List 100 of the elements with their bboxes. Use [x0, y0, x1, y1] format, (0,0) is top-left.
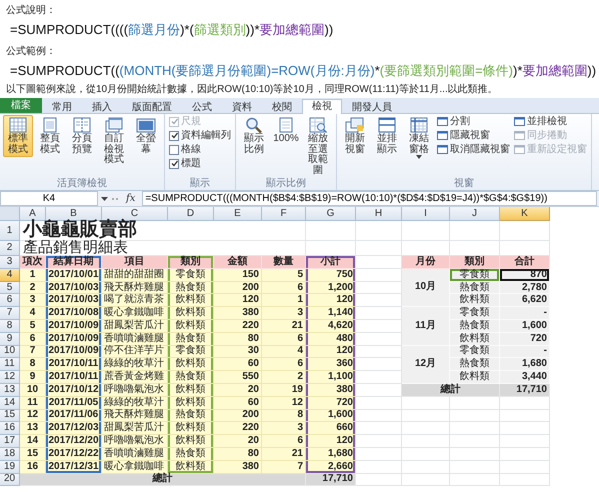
table-cell[interactable]: 1,600 — [500, 320, 550, 333]
row-header[interactable]: 14 — [0, 396, 20, 410]
empty-cell[interactable] — [450, 422, 500, 436]
empty-cell[interactable] — [306, 221, 356, 241]
row-header[interactable]: 11 — [0, 358, 20, 372]
empty-cell[interactable] — [402, 396, 450, 410]
empty-cell[interactable] — [500, 474, 550, 486]
row-header[interactable]: 15 — [0, 410, 20, 422]
name-box[interactable]: K4 — [0, 191, 98, 206]
empty-cell[interactable] — [402, 474, 450, 486]
row-header[interactable]: 12 — [0, 371, 20, 384]
row-header[interactable]: 5 — [0, 282, 20, 294]
ribbon-tab[interactable]: 檢視 — [302, 99, 342, 114]
ribbon-tab[interactable]: 版面配置 — [122, 100, 182, 114]
empty-cell[interactable] — [450, 241, 500, 256]
row-header[interactable]: 9 — [0, 332, 20, 346]
empty-cell[interactable] — [402, 422, 450, 436]
ribbon-button[interactable]: 並排顯示 — [372, 115, 402, 157]
table-cell[interactable]: - — [500, 346, 550, 358]
ribbon-button[interactable]: 隱藏視窗 — [436, 129, 511, 142]
ribbon-button[interactable]: 並排檢視 — [513, 115, 588, 128]
empty-cell[interactable] — [500, 410, 550, 422]
ribbon-button[interactable]: 分頁預覽 — [67, 115, 97, 157]
row-header[interactable]: 2 — [0, 241, 20, 256]
row-header[interactable]: 1 — [0, 221, 20, 241]
ribbon-button[interactable]: 縮放至選取範圍 — [303, 115, 333, 178]
empty-cell[interactable] — [450, 410, 500, 422]
ribbon-button[interactable]: 標準模式 — [3, 115, 33, 157]
column-header[interactable]: F — [262, 207, 306, 221]
row-header[interactable]: 19 — [0, 460, 20, 474]
row-header[interactable]: 10 — [0, 346, 20, 358]
select-all-button[interactable] — [0, 207, 20, 221]
row-header[interactable]: 13 — [0, 384, 20, 397]
table-cell[interactable]: 3,440 — [500, 371, 550, 384]
table-cell[interactable]: 6,620 — [500, 294, 550, 308]
table-cell[interactable]: 870 — [500, 268, 550, 282]
empty-cell[interactable] — [450, 221, 500, 241]
insert-function-button[interactable]: fx — [122, 191, 140, 206]
empty-cell[interactable] — [402, 410, 450, 422]
ribbon-tab[interactable]: 校閱 — [262, 100, 302, 114]
checkbox[interactable]: 標題 — [168, 157, 232, 170]
empty-cell[interactable] — [402, 460, 450, 474]
ribbon-button[interactable]: 分割 — [436, 115, 511, 128]
formula-field[interactable]: =SUMPRODUCT(((MONTH($B$4:$B$19)=ROW(10:10)*($D$4:$D$19=J4))*$G$4:$G$19)) — [142, 191, 597, 206]
column-header[interactable]: E — [214, 207, 262, 221]
empty-cell[interactable] — [402, 435, 450, 448]
empty-cell[interactable] — [450, 474, 500, 486]
empty-cell[interactable] — [500, 460, 550, 474]
row-header[interactable]: 8 — [0, 320, 20, 333]
row-header[interactable]: 3 — [0, 256, 20, 269]
checkbox[interactable]: 資料編輯列 — [168, 129, 232, 142]
row-header[interactable]: 7 — [0, 307, 20, 320]
empty-cell[interactable] — [450, 448, 500, 461]
column-header[interactable]: D — [168, 207, 214, 221]
ribbon-tab[interactable]: 公式 — [182, 100, 222, 114]
empty-cell[interactable] — [402, 241, 450, 256]
column-header[interactable]: I — [402, 207, 450, 221]
row-header[interactable]: 4 — [0, 268, 20, 282]
table-cell[interactable]: 720 — [500, 332, 550, 346]
empty-cell[interactable] — [450, 460, 500, 474]
ribbon-button[interactable]: 100% — [271, 115, 301, 146]
empty-cell[interactable] — [500, 422, 550, 436]
empty-cell[interactable] — [500, 241, 550, 256]
row-header[interactable]: 17 — [0, 435, 20, 448]
ribbon-button[interactable]: 顯示比例 — [239, 115, 269, 157]
empty-cell[interactable] — [500, 396, 550, 410]
ribbon-button[interactable]: 凍結窗格 — [404, 115, 434, 161]
ribbon-button[interactable]: 自訂檢視模式 — [99, 115, 129, 168]
file-tab[interactable]: 檔案 — [0, 98, 42, 113]
empty-cell[interactable] — [306, 241, 356, 256]
ribbon-tab[interactable]: 開發人員 — [342, 100, 402, 114]
ribbon-button[interactable]: 取消隱藏視窗 — [436, 143, 511, 156]
table-cell: 380 — [306, 384, 356, 397]
empty-cell[interactable] — [450, 435, 500, 448]
row-header[interactable]: 6 — [0, 294, 20, 308]
empty-cell[interactable] — [356, 221, 402, 241]
ribbon-tab[interactable]: 資料 — [222, 100, 262, 114]
empty-cell[interactable] — [402, 448, 450, 461]
empty-cell[interactable] — [402, 221, 450, 241]
empty-cell[interactable] — [450, 396, 500, 410]
column-header[interactable]: G — [306, 207, 356, 221]
empty-cell[interactable] — [356, 241, 402, 256]
ribbon-button[interactable]: 整頁模式 — [35, 115, 65, 157]
checkbox[interactable]: 格線 — [168, 143, 232, 156]
empty-cell[interactable] — [500, 435, 550, 448]
table-cell[interactable]: 2,780 — [500, 282, 550, 294]
column-header[interactable]: K — [500, 207, 550, 221]
table-cell[interactable]: - — [500, 307, 550, 320]
table-cell[interactable]: 1,680 — [500, 358, 550, 372]
empty-cell[interactable] — [500, 448, 550, 461]
ribbon-tab[interactable]: 插入 — [82, 100, 122, 114]
empty-cell[interactable] — [500, 221, 550, 241]
row-header[interactable]: 16 — [0, 422, 20, 436]
column-header[interactable]: J — [450, 207, 500, 221]
column-header[interactable]: H — [356, 207, 402, 221]
ribbon-button[interactable]: 全螢幕 — [131, 115, 161, 157]
ribbon-button[interactable]: 開新視窗 — [340, 115, 370, 157]
row-header[interactable]: 20 — [0, 474, 20, 486]
ribbon-tab[interactable]: 常用 — [42, 100, 82, 114]
row-header[interactable]: 18 — [0, 448, 20, 461]
